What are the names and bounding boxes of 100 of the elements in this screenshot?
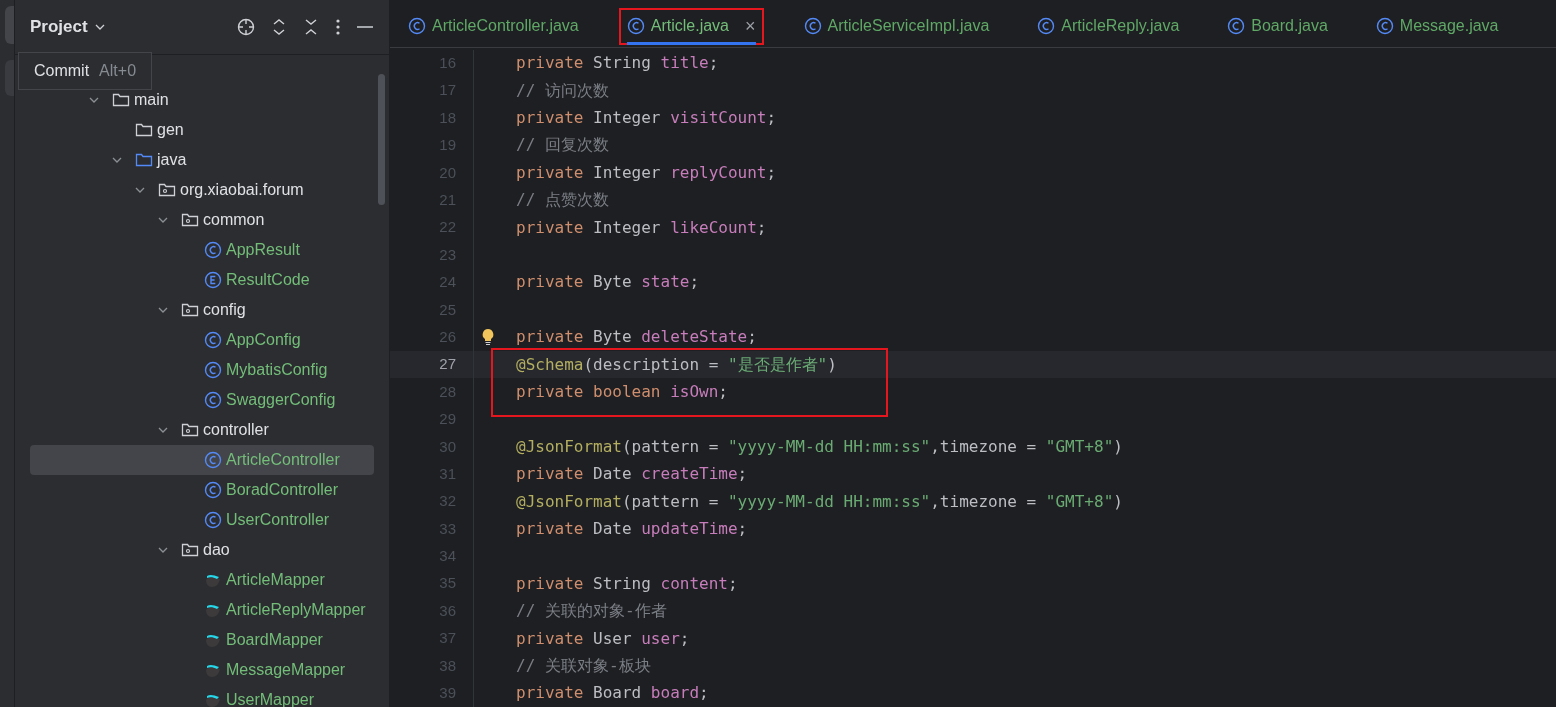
tree-item[interactable]: ResultCode (30, 265, 374, 295)
editor-tab[interactable]: Article.java × (616, 6, 766, 47)
tooltip-shortcut: Alt+0 (99, 61, 137, 81)
tree-item[interactable]: ArticleController (30, 445, 374, 475)
tree-item-label: ArticleMapper (226, 570, 325, 590)
tree-item[interactable]: controller (30, 415, 374, 445)
class-icon (204, 331, 222, 349)
tree-item[interactable]: SwaggerConfig (30, 385, 374, 415)
tree-item-label: main (134, 90, 169, 110)
scrollbar[interactable] (378, 74, 385, 205)
lightbulb-icon[interactable] (481, 328, 495, 347)
expand-all-icon[interactable] (271, 18, 287, 36)
tree-item-label: BoradController (226, 480, 339, 500)
tree-item-label: ResultCode (226, 270, 310, 290)
editor-tab[interactable]: Message.java (1365, 6, 1509, 47)
package-folder-icon (181, 422, 199, 438)
code-text: private Integer visitCount; (516, 107, 777, 130)
class-icon (204, 511, 222, 529)
tree-item-label: config (203, 300, 246, 320)
project-view-dropdown[interactable]: Project (30, 14, 106, 40)
line-number: 27 (438, 354, 456, 375)
code-text: // 关联对象-板块 (516, 654, 651, 677)
tree-item[interactable]: AppResult (30, 235, 374, 265)
code-text: @JsonFormat(pattern = "yyyy-MM-dd HH:mm:ss",timezone = "GMT+8") (516, 435, 1123, 458)
code-text: private Byte state; (516, 271, 700, 294)
tree-item[interactable]: MybatisConfig (30, 355, 374, 385)
tree-item[interactable]: main (30, 85, 374, 115)
tree-item[interactable]: config (30, 295, 374, 325)
tree-item-label: ArticleReplyMapper (226, 600, 366, 620)
tab-label: ArticleController.java (432, 16, 579, 37)
tree-item[interactable]: MessageMapper (30, 655, 374, 685)
minimize-icon[interactable] (357, 25, 373, 29)
more-options-icon[interactable] (335, 18, 341, 36)
code-text: // 访问次数 (516, 79, 609, 102)
tab-label: Message.java (1399, 16, 1499, 37)
tree-item-label: ArticleController (226, 450, 340, 470)
tab-label: ArticleServiceImpl.java (827, 16, 990, 37)
tree-item[interactable]: org.xiaobai.forum (30, 175, 374, 205)
tree-item[interactable]: BoradController (30, 475, 374, 505)
code-text: private User user; (516, 627, 690, 650)
locate-icon[interactable] (237, 18, 255, 36)
tree-item[interactable]: ArticleReplyMapper (30, 595, 374, 625)
tree-item-label: org.xiaobai.forum (180, 180, 304, 200)
close-tab-button[interactable]: × (745, 12, 756, 40)
code-text: private boolean isOwn; (516, 381, 728, 403)
editor-tab[interactable]: ArticleServiceImpl.java (793, 6, 1000, 47)
tree-item[interactable]: ArticleMapper (30, 565, 374, 595)
code-text: // 点赞次数 (516, 189, 609, 212)
code-text: private Integer replyCount; (516, 161, 777, 184)
code-text: private Integer likeCount; (516, 216, 767, 239)
folder-icon (135, 122, 153, 138)
code-text: @Schema(description = "是否是作者") (516, 353, 837, 376)
tree-item[interactable]: java (30, 145, 374, 175)
tree-item[interactable]: gen (30, 115, 374, 145)
code-text: private Byte deleteState; (516, 326, 757, 349)
class-icon (626, 17, 645, 36)
folder-icon (135, 152, 153, 168)
tooltip-label: Commit (34, 61, 90, 81)
class-icon (204, 241, 222, 259)
tree-item-label: gen (157, 120, 184, 140)
class-icon (204, 391, 222, 409)
editor-tab[interactable]: Board.java (1217, 6, 1338, 47)
tree-item[interactable]: UserController (30, 505, 374, 535)
package-folder-icon (181, 302, 199, 318)
code-text: private Date createTime; (516, 463, 748, 486)
class-icon (803, 17, 822, 36)
tree-item-label: MybatisConfig (226, 360, 328, 380)
package-folder-icon (181, 212, 199, 228)
editor-tab[interactable]: ArticleController.java (398, 6, 589, 47)
package-folder-icon (158, 182, 176, 198)
code-text: private String content; (516, 572, 738, 595)
tree-item-label: dao (203, 540, 230, 560)
tree-item-label: UserController (226, 510, 330, 530)
tree-item[interactable]: AppConfig (30, 325, 374, 355)
folder-icon (112, 92, 130, 108)
tree-item-label: controller (203, 420, 269, 440)
tree-item-label: SwaggerConfig (226, 390, 336, 410)
code-text: private String title; (516, 52, 719, 75)
code-text: // 回复次数 (516, 134, 609, 157)
class-icon (1375, 17, 1394, 36)
tree-item[interactable]: BoardMapper (30, 625, 374, 655)
tree-item-label: BoardMapper (226, 630, 323, 650)
class-icon (1227, 17, 1246, 36)
code-text: // 关联的对象-作者 (516, 600, 667, 623)
code-text: @JsonFormat(pattern = "yyyy-MM-dd HH:mm:ss",timezone = "GMT+8") (516, 490, 1123, 513)
tree-item-label: AppResult (226, 240, 300, 260)
tree-item[interactable]: common (30, 205, 374, 235)
collapse-all-icon[interactable] (303, 18, 319, 36)
code-text: private Date updateTime; (516, 517, 748, 540)
class-icon (1037, 17, 1056, 36)
tree-item[interactable]: dao (30, 535, 374, 565)
editor-tab[interactable]: ArticleReply.java (1027, 6, 1190, 47)
enum-icon (204, 271, 222, 289)
code-text: private Board board; (516, 682, 709, 705)
class-icon (204, 451, 222, 469)
tree-item-label: MessageMapper (226, 660, 346, 680)
class-icon (204, 481, 222, 499)
package-folder-icon (181, 542, 199, 558)
class-icon (408, 17, 426, 36)
tab-label: ArticleReply.java (1061, 16, 1180, 37)
